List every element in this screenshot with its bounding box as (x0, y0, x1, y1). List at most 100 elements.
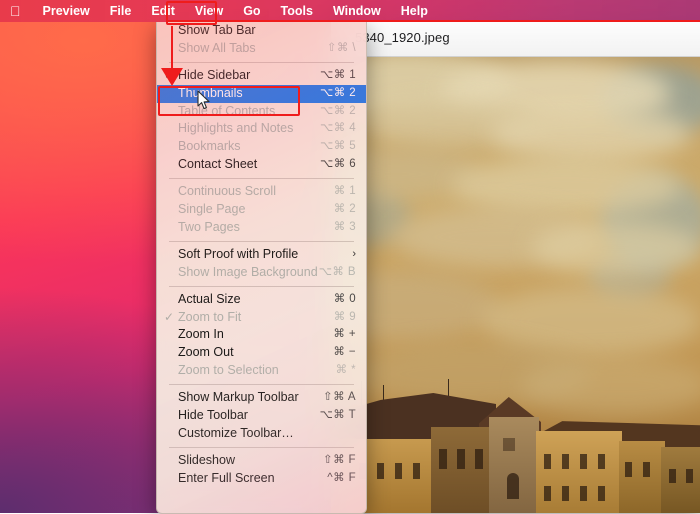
menu-item-shortcut: ⇧⌘ F (323, 453, 356, 466)
window-opening (475, 449, 483, 469)
menubar-item-view[interactable]: View (185, 0, 233, 22)
menu-item-shortcut: ⌘ * (335, 364, 356, 377)
menu-item-shortcut: ⇧⌘ A (323, 391, 356, 404)
menu-item-shortcut: ⇧⌘ \ (326, 41, 356, 54)
menu-item-label: Hide Toolbar (178, 408, 248, 423)
cloud (531, 221, 700, 276)
menu-item-label: Continuous Scroll (178, 184, 276, 199)
window-title: 5340_1920.jpeg (355, 30, 450, 45)
menu-item-zoom-out[interactable]: Zoom Out ⌘ − (157, 344, 366, 362)
menu-item-shortcut: ⌘ − (333, 346, 356, 359)
menu-item-label: Show Markup Toolbar (178, 390, 299, 405)
menu-item-shortcut: ⌘ 9 (333, 310, 356, 323)
window-titlebar[interactable]: 5340_1920.jpeg (331, 22, 700, 57)
menu-item-shortcut: ⌥⌘ 1 (320, 68, 356, 81)
menubar-item-list: Preview File Edit View Go Tools Window Help (33, 0, 438, 22)
menu-item-label: Show Image Background (178, 264, 318, 279)
checkmark-icon: ✓ (164, 67, 175, 82)
window-opening (439, 449, 447, 469)
window-opening (377, 463, 384, 479)
menu-item-shortcut: ⌘ 0 (333, 292, 356, 305)
menu-separator (169, 384, 354, 386)
menu-item-thumbnails[interactable]: Thumbnails ⌥⌘ 2 (157, 84, 366, 103)
menu-item-show-markup-toolbar[interactable]: Show Markup Toolbar ⇧⌘ A (157, 389, 366, 407)
window-opening (544, 454, 551, 469)
menu-item-shortcut: ⌥⌘ 6 (320, 157, 356, 170)
menu-item-shortcut: ⌥⌘ 5 (320, 140, 356, 153)
menu-item-shortcut: ⌘ + (333, 328, 356, 341)
menubar-item-go[interactable]: Go (233, 0, 270, 22)
menu-item-shortcut: ⌥⌘ B (318, 265, 356, 278)
menu-item-shortcut: ⌥⌘ 4 (320, 122, 356, 135)
menu-item-label: Zoom Out (178, 345, 234, 360)
menu-item-zoom-to-selection: Zoom to Selection ⌘ * (157, 362, 366, 380)
menu-item-customize-toolbar[interactable]: Customize Toolbar… (157, 425, 366, 443)
menubar-item-preview[interactable]: Preview (33, 0, 100, 22)
image-canvas[interactable] (331, 56, 700, 513)
menu-separator (169, 61, 354, 63)
menu-item-two-pages: Two Pages ⌘ 3 (157, 219, 366, 237)
menu-separator (169, 240, 354, 242)
menu-item-shortcut: ⌥⌘ 2 (320, 86, 356, 99)
menu-item-show-tab-bar[interactable]: Show Tab Bar (157, 22, 366, 40)
window-opening (562, 486, 569, 501)
menu-item-label: Slideshow (178, 452, 235, 467)
menu-item-shortcut: ⌥⌘ 2 (320, 104, 356, 117)
menubar-item-window[interactable]: Window (323, 0, 391, 22)
menu-item-label: Zoom to Fit (178, 309, 242, 324)
menu-item-shortcut: ⌘ 3 (333, 220, 356, 233)
menu-item-soft-proof-with-profile[interactable]: Soft Proof with Profile › (157, 246, 366, 264)
menu-item-label: Thumbnails (178, 85, 243, 100)
menu-item-contact-sheet[interactable]: Contact Sheet ⌥⌘ 6 (157, 156, 366, 174)
menu-item-table-of-contents: Table of Contents ⌥⌘ 2 (157, 103, 366, 121)
cloud (491, 106, 691, 162)
window-opening (507, 473, 519, 499)
menu-item-label: Table of Contents (178, 103, 276, 118)
menu-item-label: Zoom to Selection (178, 363, 279, 378)
building-facade (619, 441, 665, 513)
menu-item-shortcut: ^⌘ F (327, 471, 356, 484)
preview-window: 5340_1920.jpeg (331, 22, 700, 513)
menu-item-label: Zoom In (178, 327, 224, 342)
window-opening (686, 469, 693, 483)
view-menu-dropdown[interactable]: Show Tab Bar Show All Tabs ⇧⌘ \ ✓ Hide Sideb… (156, 22, 367, 514)
menu-item-hide-toolbar[interactable]: Hide Toolbar ⌥⌘ T (157, 407, 366, 425)
menu-item-label: Enter Full Screen (178, 470, 275, 485)
menu-item-actual-size[interactable]: Actual Size ⌘ 0 (157, 291, 366, 309)
menu-item-slideshow[interactable]: Slideshow ⇧⌘ F (157, 452, 366, 470)
macos-menubar[interactable]:  PreviewFileEditViewGoToolsWindowHelp (0, 0, 700, 22)
menu-separator (169, 285, 354, 287)
menubar-item-tools[interactable]: Tools (271, 0, 323, 22)
menu-item-enter-full-screen[interactable]: Enter Full Screen ^⌘ F (157, 470, 366, 488)
menu-separator (169, 446, 354, 448)
menu-item-bookmarks: Bookmarks ⌥⌘ 5 (157, 138, 366, 156)
building-facade (431, 427, 493, 513)
window-opening (643, 462, 650, 477)
menu-item-label: Hide Sidebar (178, 67, 251, 82)
menu-item-label: Show All Tabs (178, 40, 256, 55)
menubar-item-help[interactable]: Help (391, 0, 438, 22)
menu-item-label: Contact Sheet (178, 156, 258, 171)
menubar-item-edit[interactable]: Edit (141, 0, 185, 22)
window-opening (395, 463, 402, 479)
apple-logo-icon[interactable]:  (0, 0, 33, 22)
window-opening (580, 486, 587, 501)
menu-item-shortcut: ⌥⌘ T (319, 409, 356, 422)
menu-separator (169, 177, 354, 179)
menu-item-hide-sidebar[interactable]: ✓ Hide Sidebar ⌥⌘ 1 (157, 67, 366, 85)
window-opening (503, 438, 515, 451)
menu-item-label: Bookmarks (178, 139, 241, 154)
menu-item-label: Actual Size (178, 291, 241, 306)
menu-item-label: Customize Toolbar… (178, 425, 294, 440)
menu-item-show-all-tabs: Show All Tabs ⇧⌘ \ (157, 40, 366, 58)
checkmark-icon: ✓ (164, 309, 175, 324)
menu-item-shortcut: ⌘ 2 (333, 202, 356, 215)
window-opening (669, 469, 676, 483)
window-opening (562, 454, 569, 469)
menubar-item-file[interactable]: File (100, 0, 142, 22)
window-opening (580, 454, 587, 469)
window-opening (413, 463, 420, 479)
window-opening (544, 486, 551, 501)
menu-item-label: Soft Proof with Profile (178, 246, 299, 261)
menu-item-zoom-in[interactable]: Zoom In ⌘ + (157, 326, 366, 344)
